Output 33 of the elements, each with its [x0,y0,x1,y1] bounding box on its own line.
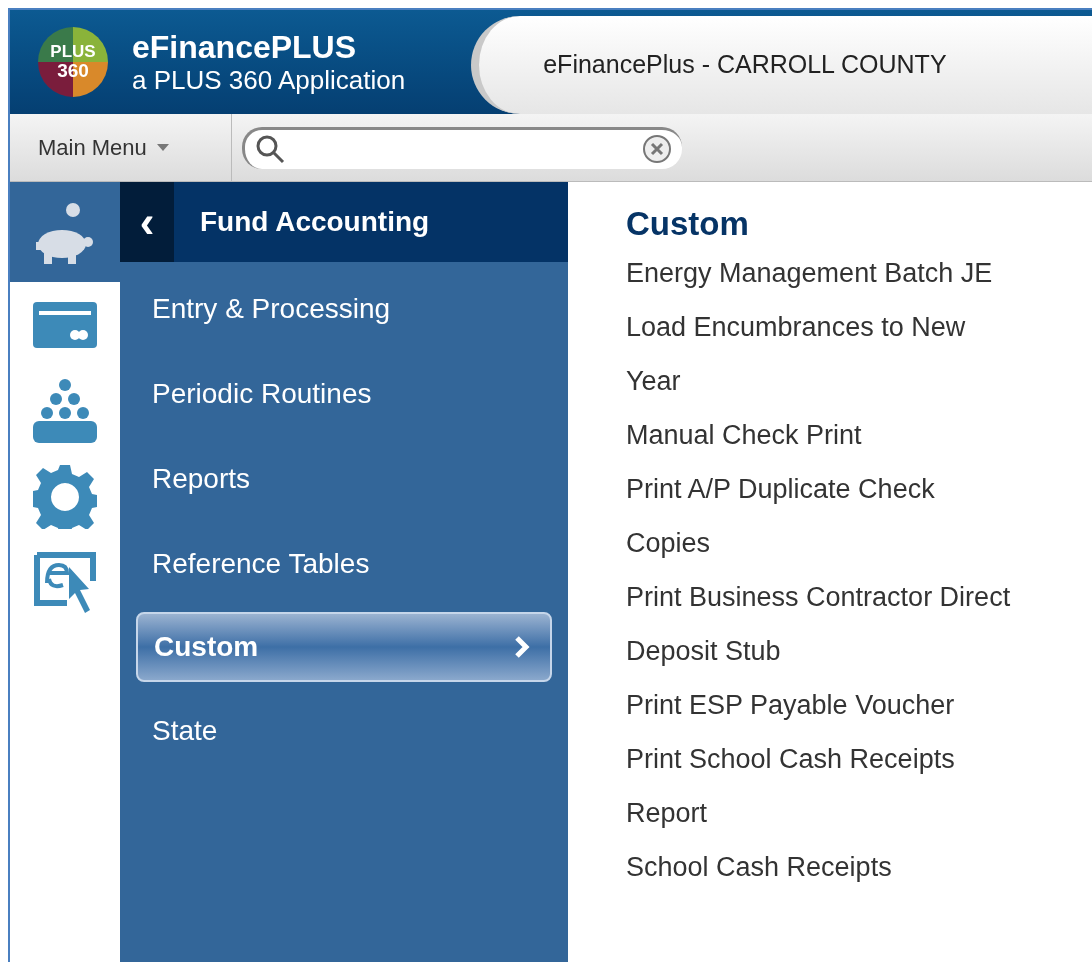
menu-link[interactable]: Manual Check Print [626,408,1092,462]
menu-link[interactable]: Print ESP Payable Voucher [626,678,1092,732]
search-field[interactable] [242,126,682,169]
logo-text: PLUS [50,43,96,61]
menu-item[interactable]: Entry & Processing [120,266,568,351]
app-subtitle: a PLUS 360 Application [132,65,406,95]
app-name: eFinancePLUS [132,29,358,65]
menu-link[interactable]: Load Encumbrances to New Year [626,300,1092,408]
menu-link[interactable]: Print Business Contractor Direct Deposit Stub [626,570,1092,678]
back-button[interactable]: ‹ [120,182,174,262]
window-title: eFinancePlus - CARROLL COUNTY [543,49,947,81]
clear-icon[interactable] [642,134,672,164]
chevron-right-icon [514,635,530,659]
menu-item[interactable]: Reference Tables [120,521,568,606]
section-heading: Custom [626,204,750,244]
menu-item[interactable]: Periodic Routines [120,351,568,436]
main-menu-button[interactable]: Main Menu [10,114,232,181]
card-icon [33,302,97,348]
nav-rail-item[interactable] [10,182,120,282]
e-cursor-icon [33,551,97,615]
menu-link[interactable]: Print A/P Duplicate Check Copies [626,462,1092,570]
menu-item[interactable]: State [120,688,568,773]
menu-link[interactable]: Print School Cash Receipts Report [626,732,1092,840]
menu-title: Fund Accounting [200,205,430,239]
search-icon [255,134,285,164]
caret-icon [156,144,169,151]
menu-item[interactable]: Custom [136,612,552,682]
menu-link[interactable]: Energy Management Batch JE [626,246,1092,300]
people-group-icon [33,379,97,443]
menu-link[interactable]: School Cash Receipts [626,840,1092,894]
gear-icon [33,465,97,529]
menu-item[interactable]: Reports [120,436,568,521]
logo-text: 360 [57,61,89,81]
